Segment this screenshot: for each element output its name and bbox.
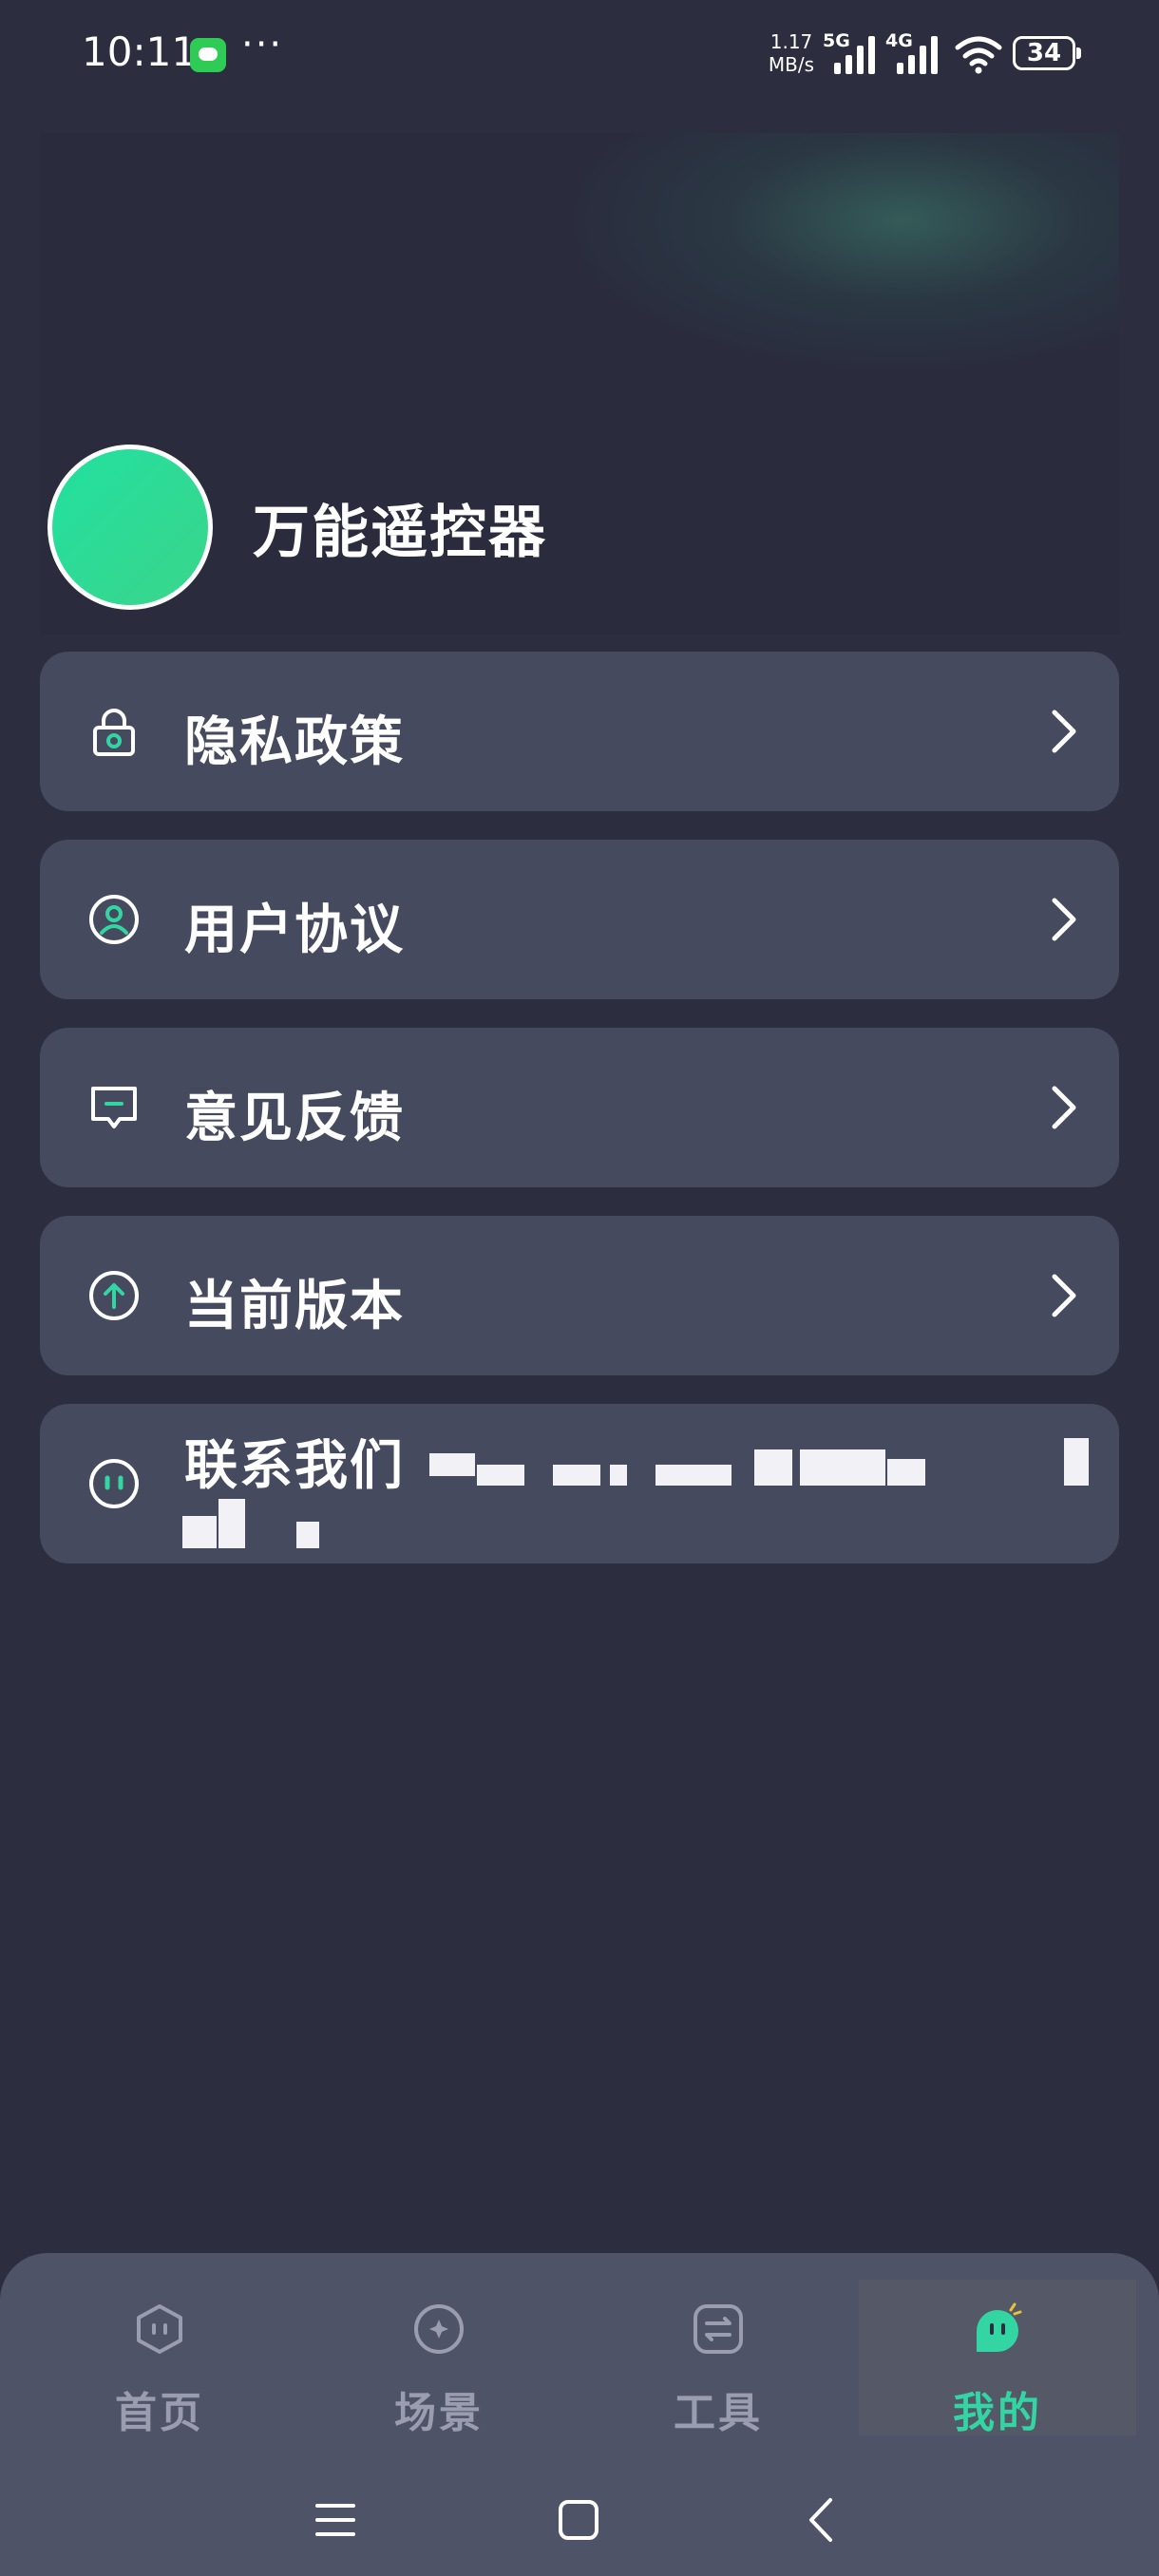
home-square-icon[interactable]	[557, 2498, 600, 2542]
menu-item-contact-us[interactable]: 联系我们	[40, 1404, 1119, 1563]
nav-tab-scene[interactable]: 场景	[300, 2280, 578, 2437]
wifi-icon	[955, 36, 1002, 74]
menu-item-label: 隐私政策	[184, 711, 405, 773]
nav-tab-home[interactable]: 首页	[21, 2280, 298, 2437]
avatar[interactable]	[48, 445, 213, 610]
network-speed: 1.17 MB/s	[768, 30, 815, 76]
status-time: 10:11	[82, 28, 198, 75]
nav-label: 场景	[394, 2389, 484, 2437]
message-notification-icon	[190, 38, 226, 72]
network-speed-unit: MB/s	[768, 53, 815, 76]
menu-item-user-agreement[interactable]: 用户协议	[40, 840, 1119, 999]
redacted-contact-block	[553, 1465, 600, 1486]
redacted-contact-block	[800, 1449, 885, 1486]
chevron-right-icon	[1052, 1086, 1076, 1129]
menu-item-label: 联系我们	[184, 1435, 405, 1497]
home-icon	[137, 2304, 182, 2354]
menu-item-current-version[interactable]: 当前版本	[40, 1216, 1119, 1375]
menu-item-feedback[interactable]: 意见反馈	[40, 1028, 1119, 1187]
redacted-contact-block	[296, 1522, 319, 1548]
redacted-contact-block	[754, 1449, 792, 1486]
nav-label: 工具	[674, 2389, 763, 2437]
banner-decoration	[549, 133, 1119, 380]
profile-banner: 万能遥控器	[40, 133, 1119, 635]
app-name: 万能遥控器	[253, 500, 547, 566]
menu-icon[interactable]	[314, 2498, 357, 2542]
menu-item-privacy-policy[interactable]: 隐私政策	[40, 652, 1119, 811]
bottom-navigation: 首页 场景 工具 我的	[0, 2253, 1159, 2576]
signal-4g-label: 4G	[885, 30, 913, 51]
chevron-right-icon	[1052, 1274, 1076, 1317]
system-navigation-bar	[0, 2483, 1159, 2559]
redacted-contact-block	[182, 1516, 217, 1548]
nav-label: 我的	[953, 2389, 1042, 2437]
redacted-contact-block	[610, 1465, 627, 1486]
signal-5g-icon: 5G	[823, 30, 876, 74]
chevron-right-icon	[1052, 898, 1076, 941]
redacted-contact-block	[887, 1459, 925, 1486]
battery-indicator: 34	[1013, 36, 1081, 70]
nav-tab-mine[interactable]: 我的	[859, 2280, 1136, 2437]
user-icon	[89, 895, 139, 944]
signal-4g-icon: 4G	[885, 30, 939, 74]
redacted-contact-block	[477, 1465, 524, 1486]
redacted-contact-block	[429, 1453, 475, 1476]
network-speed-value: 1.17	[770, 30, 813, 53]
more-notifications-icon: ···	[241, 23, 284, 66]
redacted-contact-block	[656, 1465, 732, 1486]
signal-5g-label: 5G	[823, 30, 850, 51]
robot-icon	[89, 1459, 139, 1508]
chevron-right-icon	[1052, 710, 1076, 753]
tools-icon	[694, 2304, 743, 2354]
redacted-contact-block	[218, 1499, 245, 1548]
nav-label: 首页	[115, 2389, 204, 2437]
feedback-icon	[91, 1087, 137, 1128]
upload-icon	[89, 1271, 139, 1320]
back-icon[interactable]	[804, 2496, 838, 2544]
redacted-contact-block	[1064, 1438, 1089, 1486]
menu-item-label: 用户协议	[184, 900, 405, 961]
nav-tab-tools[interactable]: 工具	[580, 2280, 857, 2437]
menu-item-label: 当前版本	[184, 1276, 405, 1337]
lock-icon	[93, 709, 135, 756]
scene-icon	[414, 2304, 464, 2354]
profile-icon	[977, 2302, 1022, 2352]
menu-item-label: 意见反馈	[184, 1088, 405, 1149]
status-bar: 10:11 ··· 1.17 MB/s 5G 4G 34	[0, 0, 1159, 114]
